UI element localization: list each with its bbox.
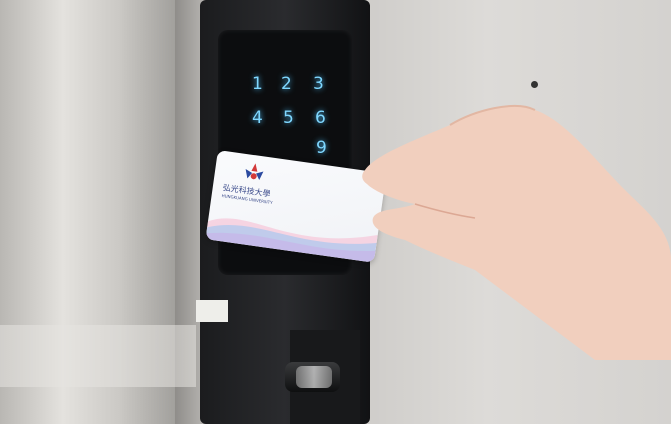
hand: [362, 104, 671, 360]
key-5: 5: [283, 108, 294, 128]
key-3: 3: [313, 74, 324, 94]
handle-ring: [296, 366, 332, 388]
camera-sensor: [531, 81, 538, 88]
key-4: 4: [252, 108, 263, 128]
key-1: 1: [252, 74, 263, 94]
key-6: 6: [315, 108, 326, 128]
translucent-overlay: [0, 325, 196, 387]
key-9: 9: [316, 138, 327, 158]
key-2: 2: [281, 74, 292, 94]
overlay-tab: [196, 300, 228, 322]
university-logo-icon: [245, 163, 264, 181]
photo-scene: 1 2 3 4 5 6 9 弘光科技大學 HUNGKUANG UNIVERSIT…: [0, 0, 671, 424]
